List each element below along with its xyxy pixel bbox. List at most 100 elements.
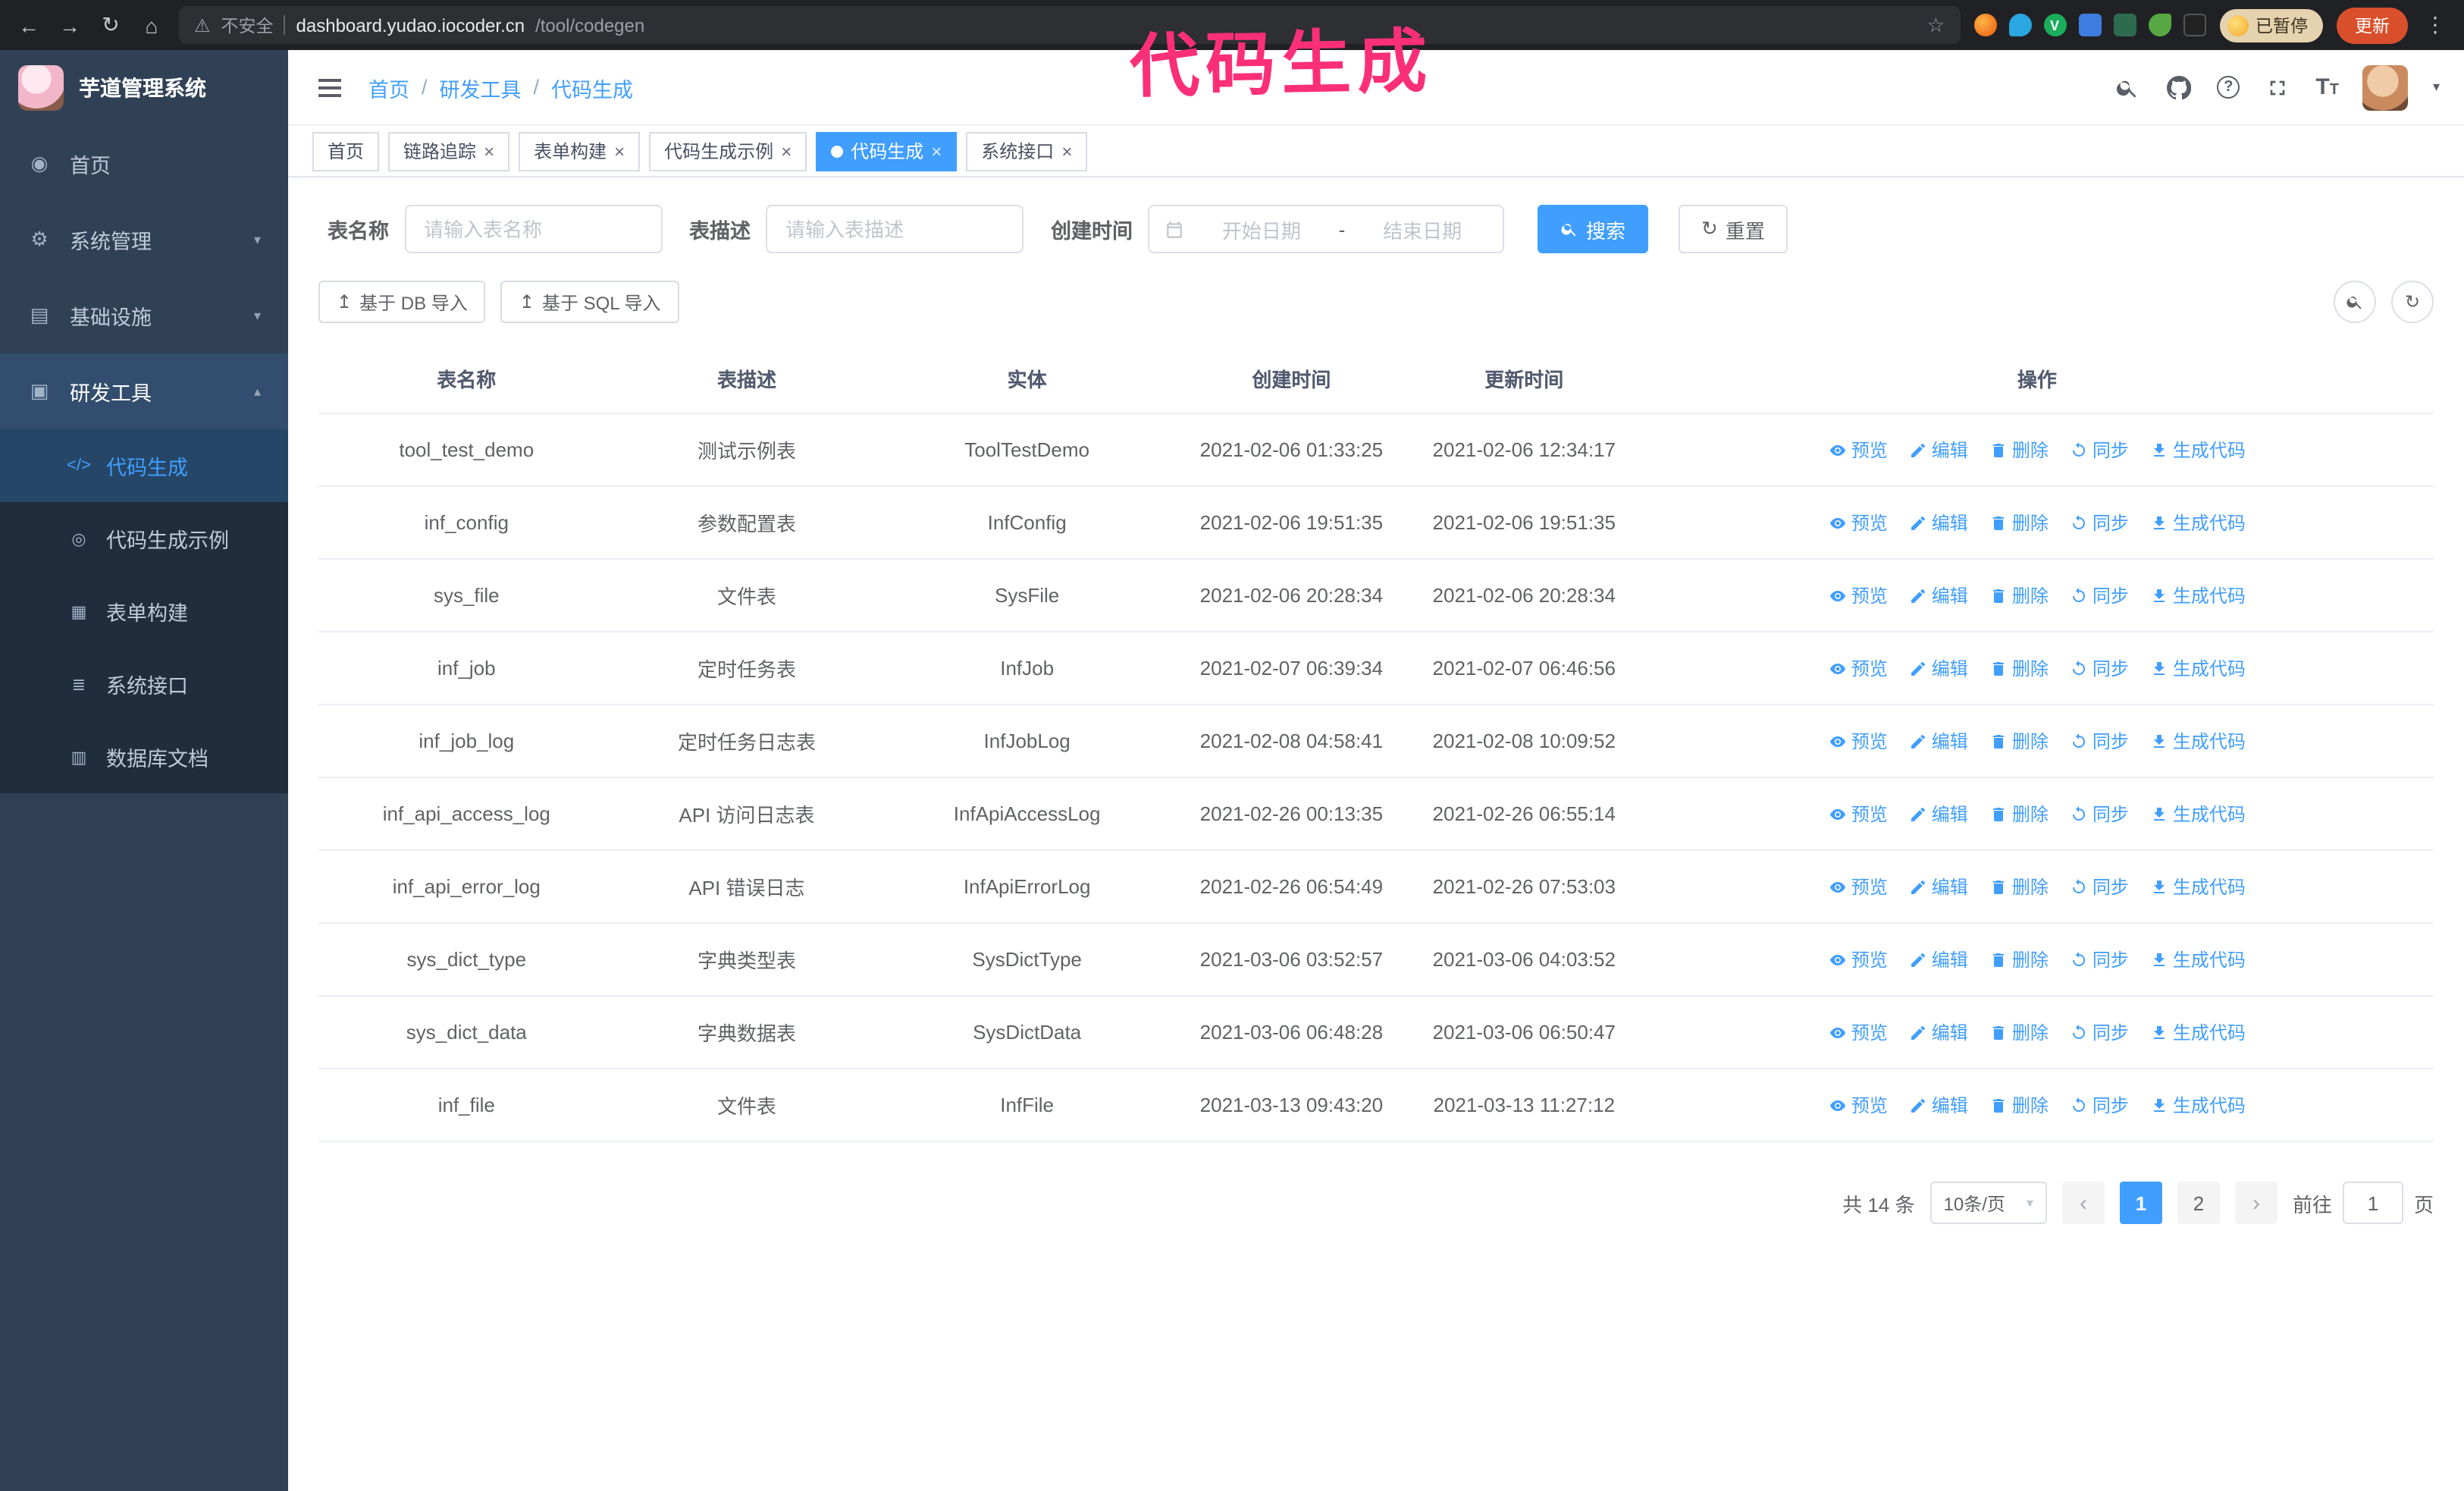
preview-link[interactable]: 预览 xyxy=(1829,510,1888,535)
refresh-button[interactable]: ↻ xyxy=(2391,281,2434,323)
sync-link[interactable]: 同步 xyxy=(2070,1092,2129,1118)
tab-close-icon[interactable]: × xyxy=(931,142,942,160)
tab-close-icon[interactable]: × xyxy=(781,142,792,160)
sync-link[interactable]: 同步 xyxy=(2070,801,2129,827)
page-button-1[interactable]: 1 xyxy=(2119,1182,2162,1224)
sync-link[interactable]: 同步 xyxy=(2070,728,2129,754)
browser-update-button[interactable]: 更新 xyxy=(2337,7,2408,43)
delete-link[interactable]: 删除 xyxy=(1989,946,2049,972)
delete-link[interactable]: 删除 xyxy=(1989,874,2049,899)
next-page-button[interactable]: › xyxy=(2234,1182,2277,1224)
edit-link[interactable]: 编辑 xyxy=(1909,728,1968,754)
generate-code-link[interactable]: 生成代码 xyxy=(2150,728,2246,754)
preview-link[interactable]: 预览 xyxy=(1829,437,1888,463)
delete-link[interactable]: 删除 xyxy=(1989,437,2049,463)
table-name-input[interactable] xyxy=(404,205,662,253)
tab-close-icon[interactable]: × xyxy=(484,142,494,160)
breadcrumb-dev-tools[interactable]: 研发工具 xyxy=(440,72,522,102)
github-icon[interactable] xyxy=(2165,74,2193,101)
delete-link[interactable]: 删除 xyxy=(1989,1019,2049,1045)
delete-link[interactable]: 删除 xyxy=(1989,655,2049,681)
search-icon[interactable] xyxy=(2114,74,2141,101)
generate-code-link[interactable]: 生成代码 xyxy=(2150,582,2246,608)
reset-button[interactable]: ↻ 重置 xyxy=(1679,205,1788,253)
preview-link[interactable]: 预览 xyxy=(1829,874,1888,899)
preview-link[interactable]: 预览 xyxy=(1829,946,1888,972)
tab[interactable]: 首页 xyxy=(312,131,380,171)
preview-link[interactable]: 预览 xyxy=(1829,801,1888,827)
import-sql-button[interactable]: ↥ 基于 SQL 导入 xyxy=(500,281,679,323)
delete-link[interactable]: 删除 xyxy=(1989,801,2049,827)
page-size-select[interactable]: 10条/页 ▾ xyxy=(1930,1182,2047,1224)
extension-icon-leaf[interactable] xyxy=(2148,14,2171,36)
sidebar-item-api[interactable]: ≣ 系统接口 xyxy=(0,648,288,720)
date-range-picker[interactable]: 开始日期 - 结束日期 xyxy=(1148,205,1504,253)
preview-link[interactable]: 预览 xyxy=(1829,582,1888,608)
paused-badge[interactable]: 已暂停 xyxy=(2219,8,2323,42)
delete-link[interactable]: 删除 xyxy=(1989,582,2049,608)
edit-link[interactable]: 编辑 xyxy=(1909,1092,1968,1118)
generate-code-link[interactable]: 生成代码 xyxy=(2150,510,2246,535)
toggle-search-button[interactable] xyxy=(2334,281,2376,323)
generate-code-link[interactable]: 生成代码 xyxy=(2150,801,2246,827)
sync-link[interactable]: 同步 xyxy=(2070,874,2129,899)
forward-icon[interactable]: → xyxy=(56,13,83,37)
table-desc-input[interactable] xyxy=(766,205,1024,253)
goto-page-input[interactable] xyxy=(2342,1182,2403,1224)
tab[interactable]: 代码生成示例 × xyxy=(649,131,807,171)
extension-icon-orange[interactable] xyxy=(1973,14,1996,36)
edit-link[interactable]: 编辑 xyxy=(1909,437,1968,463)
sync-link[interactable]: 同步 xyxy=(2070,1019,2129,1045)
delete-link[interactable]: 删除 xyxy=(1989,728,2049,754)
tab[interactable]: 表单构建 × xyxy=(519,131,641,171)
sidebar-item-db-doc[interactable]: ▥ 数据库文档 xyxy=(0,720,288,793)
sidebar-item-codegen[interactable]: </> 代码生成 xyxy=(0,429,288,502)
edit-link[interactable]: 编辑 xyxy=(1909,655,1968,681)
tab-close-icon[interactable]: × xyxy=(1061,142,1072,160)
delete-link[interactable]: 删除 xyxy=(1989,1092,2049,1118)
extension-icon-check[interactable]: V xyxy=(2043,14,2066,36)
home-icon[interactable]: ⌂ xyxy=(138,13,165,37)
generate-code-link[interactable]: 生成代码 xyxy=(2150,946,2246,972)
delete-link[interactable]: 删除 xyxy=(1989,510,2049,535)
edit-link[interactable]: 编辑 xyxy=(1909,582,1968,608)
sidebar-item-system[interactable]: ⚙ 系统管理 ▾ xyxy=(0,202,288,278)
fullscreen-icon[interactable] xyxy=(2264,74,2291,101)
avatar-caret-down-icon[interactable]: ▾ xyxy=(2433,79,2440,96)
sidebar-item-form-builder[interactable]: ▦ 表单构建 xyxy=(0,575,288,648)
prev-page-button[interactable]: ‹ xyxy=(2061,1182,2105,1224)
sidebar-item-dev-tools[interactable]: ▣ 研发工具 ▴ xyxy=(0,353,288,429)
extension-icon-drop[interactable] xyxy=(2008,14,2031,36)
import-db-button[interactable]: ↥ 基于 DB 导入 xyxy=(318,281,486,323)
extension-icon-people[interactable] xyxy=(2078,14,2101,36)
generate-code-link[interactable]: 生成代码 xyxy=(2150,655,2246,681)
tab-close-icon[interactable]: × xyxy=(614,142,625,160)
sync-link[interactable]: 同步 xyxy=(2070,510,2129,535)
tab[interactable]: 链路追踪 × xyxy=(388,131,510,171)
address-bar[interactable]: ⚠ 不安全 dashboard.yudao.iocoder.cn /tool/c… xyxy=(179,6,1960,44)
generate-code-link[interactable]: 生成代码 xyxy=(2150,874,2246,899)
extension-icon-square[interactable] xyxy=(2113,14,2136,36)
sync-link[interactable]: 同步 xyxy=(2070,582,2129,608)
generate-code-link[interactable]: 生成代码 xyxy=(2150,437,2246,463)
page-button-2[interactable]: 2 xyxy=(2177,1182,2220,1224)
extension-icon-puzzle[interactable] xyxy=(2183,14,2205,36)
help-icon[interactable]: ? xyxy=(2217,76,2240,99)
sync-link[interactable]: 同步 xyxy=(2070,655,2129,681)
preview-link[interactable]: 预览 xyxy=(1829,1092,1888,1118)
preview-link[interactable]: 预览 xyxy=(1829,728,1888,754)
preview-link[interactable]: 预览 xyxy=(1829,655,1888,681)
edit-link[interactable]: 编辑 xyxy=(1909,874,1968,899)
bookmark-star-icon[interactable]: ☆ xyxy=(1927,13,1945,37)
breadcrumb-home[interactable]: 首页 xyxy=(368,72,409,102)
sync-link[interactable]: 同步 xyxy=(2070,437,2129,463)
generate-code-link[interactable]: 生成代码 xyxy=(2150,1019,2246,1045)
back-icon[interactable]: ← xyxy=(15,13,42,37)
tab[interactable]: 代码生成 × xyxy=(816,131,958,171)
browser-menu-icon[interactable]: ⋮ xyxy=(2422,12,2449,38)
reload-icon[interactable]: ↻ xyxy=(97,12,124,38)
sidebar-item-codegen-example[interactable]: ◎ 代码生成示例 xyxy=(0,502,288,575)
sync-link[interactable]: 同步 xyxy=(2070,946,2129,972)
font-size-icon[interactable]: TT xyxy=(2315,76,2339,99)
search-button[interactable]: 搜索 xyxy=(1538,205,1649,253)
